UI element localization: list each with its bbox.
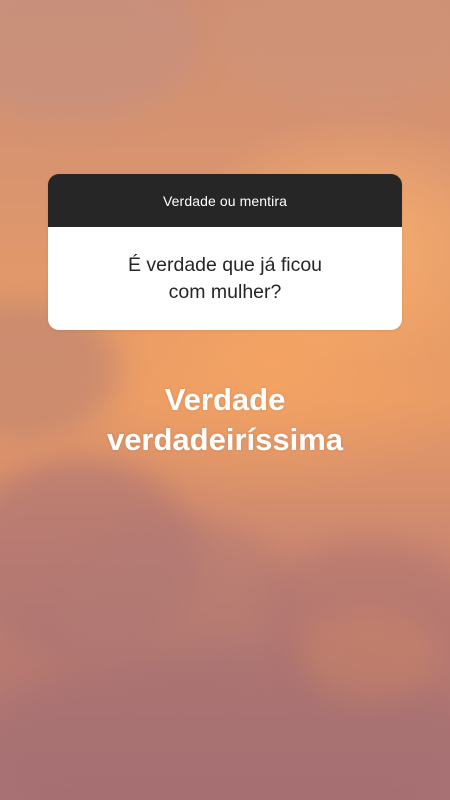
answer-line-2: verdadeiríssima (106, 422, 344, 457)
question-sticker-body: É verdade que já ficou com mulher? (48, 227, 402, 330)
cloud-shape (220, 0, 450, 110)
answer-line-1: Verdade (164, 382, 286, 417)
answer-text: Verdade verdadeiríssima (40, 380, 410, 460)
question-text: É verdade que já ficou com mulher? (128, 252, 322, 306)
cloud-shape (300, 610, 440, 700)
question-sticker-title: Verdade ou mentira (163, 192, 287, 209)
question-line-1: É verdade que já ficou (127, 253, 323, 276)
question-sticker[interactable]: Verdade ou mentira É verdade que já fico… (48, 174, 402, 330)
question-line-2: com mulher? (168, 280, 282, 303)
question-sticker-header: Verdade ou mentira (48, 174, 402, 227)
cloud-shape (0, 0, 200, 120)
